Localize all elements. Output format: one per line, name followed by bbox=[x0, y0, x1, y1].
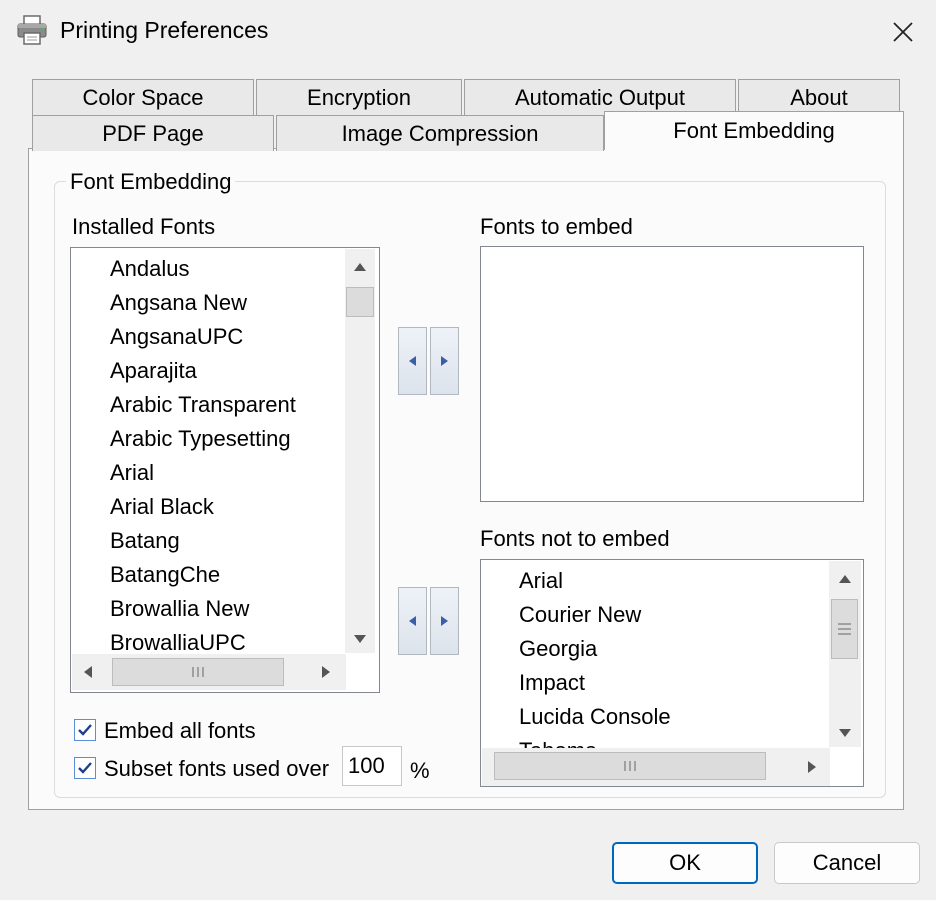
tab-automatic-output[interactable]: Automatic Output bbox=[464, 79, 736, 115]
not-embed-hscrollbar[interactable] bbox=[482, 748, 830, 786]
tab-about[interactable]: About bbox=[738, 79, 900, 115]
installed-fonts-list[interactable]: Andalus Angsana New AngsanaUPC Aparajita… bbox=[70, 247, 380, 693]
list-item[interactable]: Georgia bbox=[519, 636, 597, 662]
scroll-up-icon[interactable] bbox=[350, 257, 370, 277]
list-item[interactable]: BrowalliaUPC bbox=[110, 630, 246, 656]
arrow-left-icon bbox=[408, 616, 416, 626]
percent-label: % bbox=[410, 758, 430, 783]
arrow-right-icon bbox=[440, 616, 448, 626]
close-button[interactable] bbox=[878, 10, 928, 54]
printer-icon bbox=[16, 14, 48, 46]
list-item[interactable]: Arial bbox=[519, 568, 563, 594]
list-item[interactable]: Aparajita bbox=[110, 358, 197, 384]
embed-all-checkbox[interactable] bbox=[74, 719, 96, 741]
list-item[interactable]: Andalus bbox=[110, 256, 190, 282]
scroll-thumb[interactable] bbox=[494, 752, 766, 780]
checkmark-icon bbox=[78, 762, 92, 774]
scroll-right-icon[interactable] bbox=[316, 662, 336, 682]
move-left-button-2[interactable] bbox=[398, 587, 427, 655]
tab-encryption[interactable]: Encryption bbox=[256, 79, 462, 115]
list-item[interactable]: Arabic Typesetting bbox=[110, 426, 291, 452]
installed-fonts-label: Installed Fonts bbox=[72, 214, 216, 239]
subset-threshold-input[interactable]: 100 bbox=[342, 746, 402, 786]
list-item[interactable]: Browallia New bbox=[110, 596, 249, 622]
fonts-to-embed-list[interactable] bbox=[480, 246, 864, 502]
not-embed-vscrollbar[interactable] bbox=[829, 561, 861, 747]
list-item[interactable]: Lucida Console bbox=[519, 704, 671, 730]
fonts-not-to-embed-label: Fonts not to embed bbox=[480, 526, 670, 551]
list-item[interactable]: Impact bbox=[519, 670, 585, 696]
tab-font-embedding[interactable]: Font Embedding bbox=[604, 111, 904, 150]
list-item[interactable]: Batang bbox=[110, 528, 180, 554]
list-item[interactable]: AngsanaUPC bbox=[110, 324, 243, 350]
tab-color-space[interactable]: Color Space bbox=[32, 79, 254, 115]
move-right-button[interactable] bbox=[430, 327, 459, 395]
list-item[interactable]: Angsana New bbox=[110, 290, 247, 316]
scroll-thumb[interactable] bbox=[346, 287, 374, 317]
list-item[interactable]: Arabic Transparent bbox=[110, 392, 296, 418]
close-icon bbox=[893, 22, 913, 42]
tab-pdf-page[interactable]: PDF Page bbox=[32, 115, 274, 151]
ok-button[interactable]: OK bbox=[612, 842, 758, 884]
move-right-button-2[interactable] bbox=[430, 587, 459, 655]
cancel-button[interactable]: Cancel bbox=[774, 842, 920, 884]
list-item[interactable]: BatangChe bbox=[110, 562, 220, 588]
scroll-right-icon[interactable] bbox=[802, 757, 822, 777]
list-item[interactable]: Arial Black bbox=[110, 494, 214, 520]
list-item[interactable]: Arial bbox=[110, 460, 154, 486]
installed-vscrollbar[interactable] bbox=[345, 249, 375, 653]
subset-fonts-checkbox[interactable] bbox=[74, 757, 96, 779]
tab-image-compression[interactable]: Image Compression bbox=[276, 115, 604, 151]
fonts-not-to-embed-list[interactable]: Arial Courier New Georgia Impact Lucida … bbox=[480, 559, 864, 787]
fonts-to-embed-label: Fonts to embed bbox=[480, 214, 633, 239]
scroll-down-icon[interactable] bbox=[350, 629, 370, 649]
checkmark-icon bbox=[78, 724, 92, 736]
move-left-button[interactable] bbox=[398, 327, 427, 395]
window-title: Printing Preferences bbox=[60, 17, 269, 43]
arrow-left-icon bbox=[408, 356, 416, 366]
subset-fonts-label[interactable]: Subset fonts used over bbox=[104, 756, 329, 782]
scroll-down-icon[interactable] bbox=[835, 723, 855, 743]
arrow-right-icon bbox=[440, 356, 448, 366]
scroll-thumb[interactable] bbox=[831, 599, 858, 659]
scroll-left-icon[interactable] bbox=[78, 662, 98, 682]
list-item[interactable]: Courier New bbox=[519, 602, 641, 628]
group-title: Font Embedding bbox=[66, 169, 236, 195]
scroll-up-icon[interactable] bbox=[835, 569, 855, 589]
scroll-thumb[interactable] bbox=[112, 658, 284, 686]
embed-all-label[interactable]: Embed all fonts bbox=[104, 718, 256, 744]
installed-hscrollbar[interactable] bbox=[72, 654, 346, 690]
